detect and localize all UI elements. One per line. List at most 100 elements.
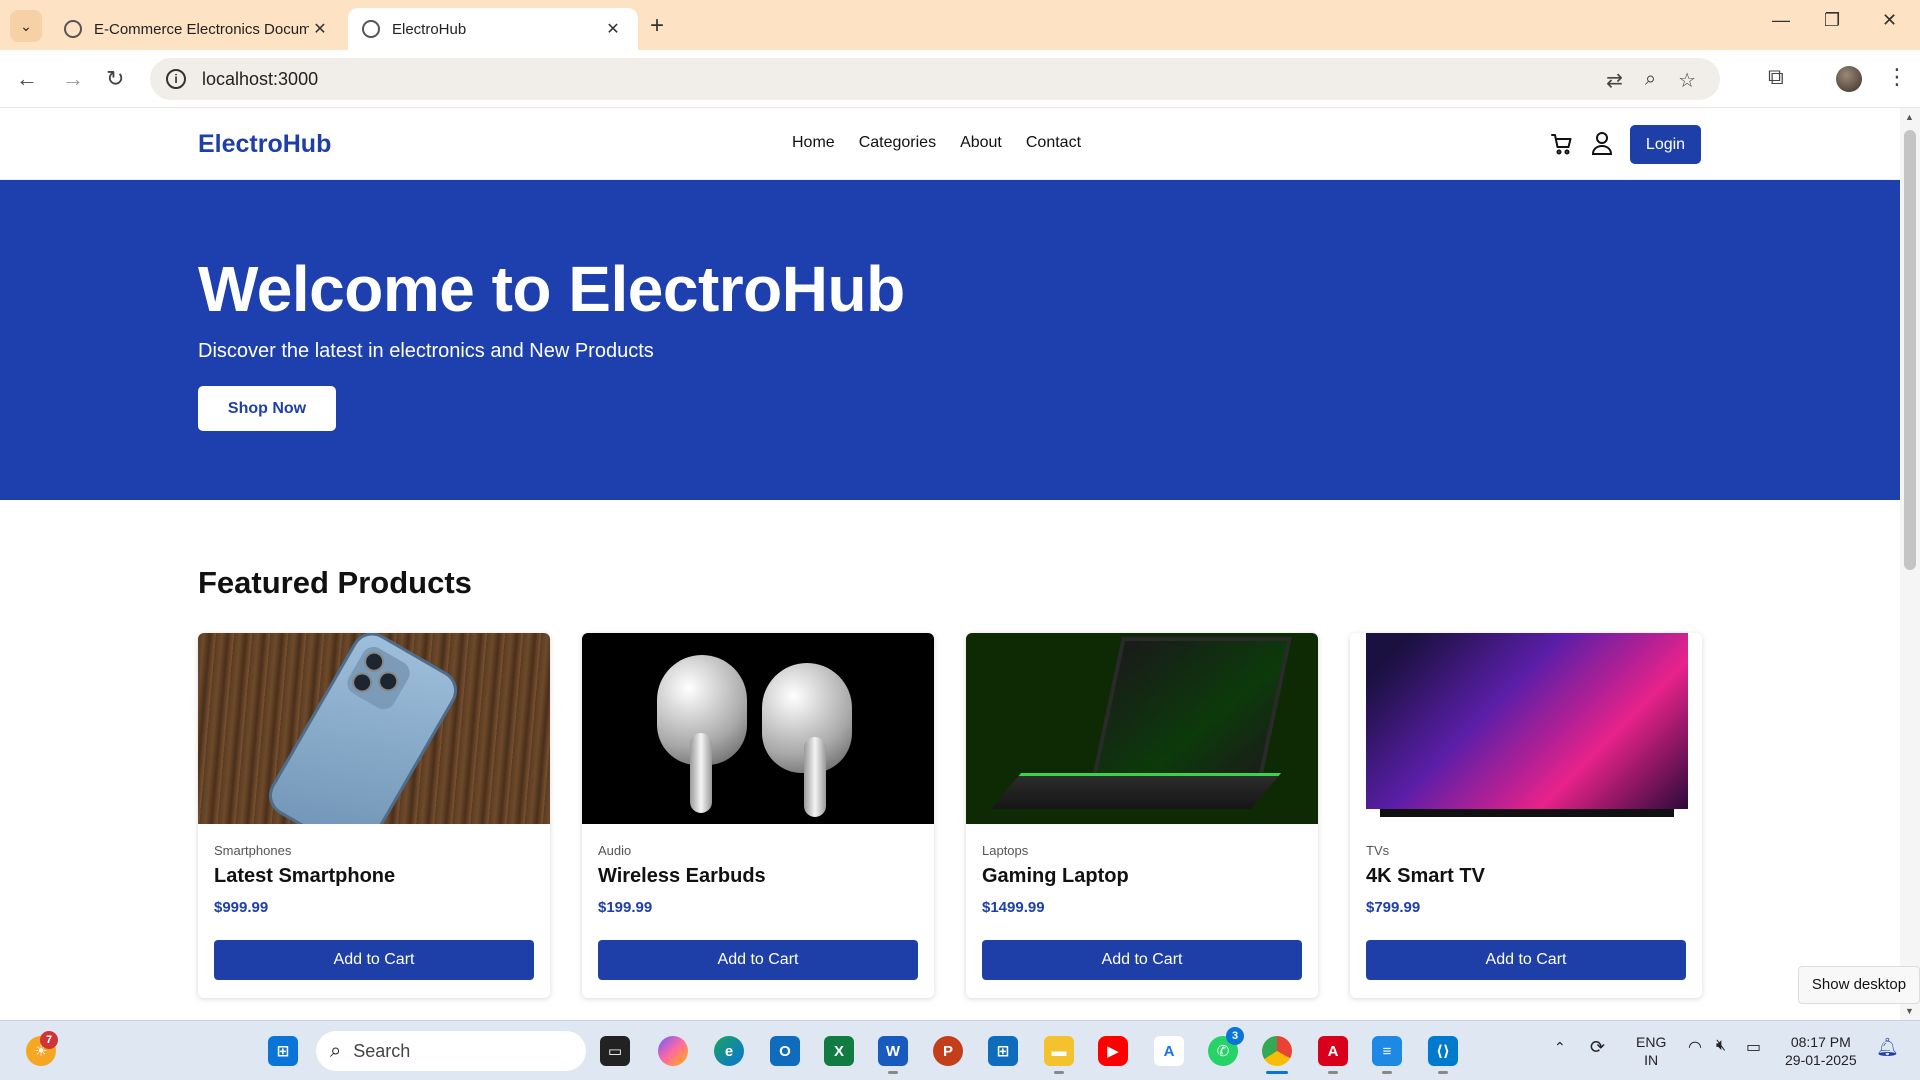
language-indicator[interactable]: ENG IN	[1636, 1033, 1666, 1069]
zoom-icon[interactable]: ⌕	[1645, 68, 1656, 93]
app-store-icon[interactable]: A	[1154, 1036, 1184, 1066]
add-to-cart-button[interactable]: Add to Cart	[598, 940, 918, 980]
copilot-icon[interactable]	[658, 1036, 688, 1066]
lang-line1: ENG	[1636, 1034, 1667, 1050]
close-icon[interactable]: ✕	[602, 19, 624, 39]
windows-start-icon[interactable]: ⊞	[268, 1036, 298, 1066]
wifi-icon[interactable]: ◠	[1688, 1037, 1702, 1057]
battery-icon[interactable]: ▭	[1746, 1037, 1761, 1057]
product-card[interactable]: Audio Wireless Earbuds $199.99 Add to Ca…	[582, 633, 934, 998]
reload-icon[interactable]: ↻	[106, 66, 124, 92]
shop-now-button[interactable]: Shop Now	[198, 386, 336, 431]
product-category: TVs	[1366, 843, 1390, 858]
new-tab-button[interactable]: +	[650, 12, 664, 40]
scrollbar-thumb[interactable]	[1904, 130, 1916, 570]
site-info-icon[interactable]: i	[166, 69, 186, 89]
forward-arrow-icon[interactable]: →	[62, 66, 84, 92]
search-icon: ⌕	[330, 1039, 342, 1062]
task-view-icon[interactable]: ▭	[600, 1036, 630, 1066]
laptop-image	[966, 633, 1318, 824]
product-card[interactable]: TVs 4K Smart TV $799.99 Add to Cart	[1350, 633, 1702, 998]
cart-icon[interactable]	[1550, 132, 1574, 156]
file-explorer-icon[interactable]: ▬	[1044, 1036, 1074, 1066]
add-to-cart-button[interactable]: Add to Cart	[214, 940, 534, 980]
youtube-icon[interactable]: ▶	[1098, 1036, 1128, 1066]
profile-avatar[interactable]	[1836, 66, 1862, 92]
clock[interactable]: 08:17 PM 29-01-2025	[1785, 1033, 1857, 1069]
address-bar[interactable]: i localhost:3000 ⇄ ⌕ ☆	[150, 58, 1720, 100]
tab-title: ElectroHub	[392, 20, 467, 38]
edge-icon[interactable]: e	[714, 1036, 744, 1066]
back-arrow-icon[interactable]: ←	[16, 66, 38, 92]
sync-icon[interactable]: ⟳	[1590, 1037, 1605, 1058]
scroll-down-icon[interactable]: ▼	[1905, 1006, 1914, 1016]
product-price: $799.99	[1366, 899, 1421, 916]
tab-electrohub[interactable]: ElectroHub ✕	[348, 8, 638, 50]
add-to-cart-button[interactable]: Add to Cart	[1366, 940, 1686, 980]
menu-kebab-icon[interactable]: ⋮	[1886, 64, 1908, 90]
notification-bell-icon[interactable]: 🔔︎	[1876, 1037, 1899, 1058]
hero-banner: Welcome to ElectroHub Discover the lates…	[0, 180, 1900, 500]
mute-icon[interactable]: 🔇︎	[1716, 1037, 1726, 1055]
nav-contact[interactable]: Contact	[1026, 134, 1081, 152]
translate-icon[interactable]: ⇄	[1606, 68, 1623, 93]
tab-ecommerce-docs[interactable]: E-Commerce Electronics Docum ✕	[50, 8, 345, 50]
product-name[interactable]: 4K Smart TV	[1366, 865, 1485, 888]
chrome-icon[interactable]	[1262, 1036, 1292, 1066]
outlook-icon[interactable]: O	[770, 1036, 800, 1066]
minimize-icon[interactable]: —	[1772, 10, 1790, 31]
globe-favicon-icon	[362, 20, 380, 38]
product-card[interactable]: Smartphones Latest Smartphone $999.99 Ad…	[198, 633, 550, 998]
product-category: Audio	[598, 843, 632, 858]
acrobat-icon[interactable]: A	[1318, 1036, 1348, 1066]
tv-image	[1350, 633, 1702, 824]
product-price: $199.99	[598, 899, 653, 916]
product-category: Smartphones	[214, 843, 292, 858]
tray-chevron-icon[interactable]: ⌃	[1554, 1039, 1566, 1056]
excel-icon[interactable]: X	[824, 1036, 854, 1066]
product-name[interactable]: Gaming Laptop	[982, 865, 1129, 888]
user-icon[interactable]	[1590, 130, 1614, 156]
extensions-puzzle-icon[interactable]: ⧉	[1768, 64, 1784, 90]
earbuds-image	[582, 633, 934, 824]
clock-time: 08:17 PM	[1790, 1034, 1851, 1050]
restore-icon[interactable]: ❐	[1824, 10, 1840, 31]
page-viewport: ElectroHub Home Categories About Contact…	[0, 108, 1900, 1020]
nav-home[interactable]: Home	[792, 134, 835, 152]
taskbar-search[interactable]: ⌕ Search	[316, 1031, 586, 1071]
hero-title: Welcome to ElectroHub	[198, 253, 905, 325]
tab-search-dropdown[interactable]: ⌄	[10, 10, 42, 42]
clock-date: 29-01-2025	[1785, 1052, 1857, 1068]
word-icon[interactable]: W	[878, 1036, 908, 1066]
product-price: $999.99	[214, 899, 269, 916]
smartphone-image	[198, 633, 550, 824]
store-icon[interactable]: ⊞	[988, 1036, 1018, 1066]
lang-line2: IN	[1644, 1052, 1659, 1068]
vscode-icon[interactable]: ⟨⟩	[1428, 1036, 1458, 1066]
bookmark-star-icon[interactable]: ☆	[1678, 68, 1696, 93]
scroll-up-icon[interactable]: ▲	[1905, 112, 1914, 122]
add-to-cart-button[interactable]: Add to Cart	[982, 940, 1302, 980]
login-button[interactable]: Login	[1630, 125, 1701, 164]
product-name[interactable]: Latest Smartphone	[214, 865, 395, 888]
notepad-icon[interactable]: ≡	[1372, 1036, 1402, 1066]
url-text: localhost:3000	[202, 68, 319, 89]
page-scrollbar[interactable]: ▲ ▼	[1900, 108, 1920, 1020]
whatsapp-badge: 3	[1226, 1027, 1244, 1045]
site-header: ElectroHub Home Categories About Contact…	[0, 108, 1900, 180]
product-name[interactable]: Wireless Earbuds	[598, 865, 766, 888]
search-placeholder: Search	[353, 1040, 411, 1061]
nav-about[interactable]: About	[960, 134, 1002, 152]
close-icon[interactable]: ✕	[309, 19, 331, 39]
hero-subtitle: Discover the latest in electronics and N…	[198, 340, 654, 362]
product-card[interactable]: Laptops Gaming Laptop $1499.99 Add to Ca…	[966, 633, 1318, 998]
windows-taskbar: ☀ 7 ⊞ ⌕ Search ▭ e O X W P ⊞ ▬ ▶ A ✆ 3 A…	[0, 1020, 1920, 1080]
powerpoint-icon[interactable]: P	[933, 1036, 963, 1066]
browser-tab-bar: ⌄ E-Commerce Electronics Docum ✕ Electro…	[0, 0, 1920, 50]
product-price: $1499.99	[982, 899, 1045, 916]
close-window-icon[interactable]: ✕	[1882, 10, 1897, 31]
site-logo[interactable]: ElectroHub	[198, 130, 331, 159]
weather-badge: 7	[40, 1031, 58, 1049]
featured-products-heading: Featured Products	[198, 565, 472, 600]
nav-categories[interactable]: Categories	[859, 134, 936, 152]
